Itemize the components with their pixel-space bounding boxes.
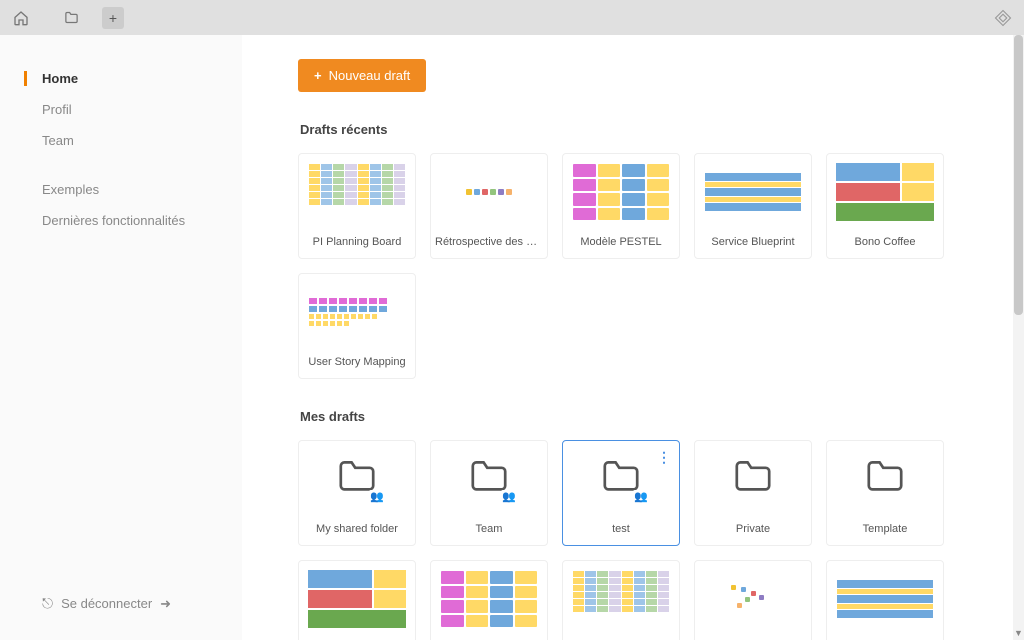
sidebar-item-news[interactable]: Dernières fonctionnalités xyxy=(0,205,242,236)
home-icon[interactable] xyxy=(6,3,36,33)
draft-title: Service Blueprint xyxy=(695,230,811,248)
folder-title: Team xyxy=(431,517,547,535)
logout-icon: ⎋ xyxy=(42,595,53,612)
draft-thumbnail xyxy=(701,160,805,224)
draft-thumbnail xyxy=(437,567,541,631)
new-draft-button[interactable]: + Nouveau draft xyxy=(298,59,426,92)
draft-card[interactable]: User Story Mapping xyxy=(298,273,416,379)
logout-button[interactable]: ⎋ Se déconnecter ➜ xyxy=(0,581,242,640)
logout-label: Se déconnecter xyxy=(61,596,152,611)
draft-thumbnail xyxy=(569,567,673,631)
shared-badge-icon: 👥 xyxy=(369,490,385,503)
draft-thumbnail xyxy=(305,160,409,224)
folder-thumbnail xyxy=(701,447,805,511)
draft-card[interactable]: Bono Coffee xyxy=(298,560,416,640)
arrow-right-icon: ➜ xyxy=(160,596,171,612)
sidebar-item-team[interactable]: Team xyxy=(0,125,242,156)
folder-title: Private xyxy=(695,517,811,535)
folder-icon: 👥 xyxy=(335,457,379,501)
app-logo-icon[interactable] xyxy=(988,3,1018,33)
sidebar: Home Profil Team Exemples Dernières fonc… xyxy=(0,35,242,640)
folder-icon xyxy=(731,457,775,501)
folder-tab-icon[interactable] xyxy=(56,3,86,33)
draft-card[interactable]: Service Blueprint xyxy=(826,560,944,640)
draft-thumbnail xyxy=(569,160,673,224)
draft-card[interactable]: Modèle PESTEL xyxy=(562,153,680,259)
scrollbar-track[interactable]: ▼ xyxy=(1013,35,1024,640)
new-draft-label: Nouveau draft xyxy=(329,68,411,83)
draft-thumbnail xyxy=(437,160,541,224)
draft-card[interactable]: Modèle PESTEL xyxy=(430,560,548,640)
draft-title: Rétrospective des 3 ... xyxy=(431,230,547,248)
scrollbar-thumb[interactable] xyxy=(1014,35,1023,315)
more-menu-icon[interactable]: ⋮ xyxy=(657,449,671,466)
folder-card[interactable]: Private xyxy=(694,440,812,546)
draft-card[interactable]: Rétrospective des 3 ... xyxy=(430,153,548,259)
mine-cards: 👥 My shared folder 👥 Team ⋮ 👥 test Private Templ… xyxy=(298,440,992,640)
sidebar-item-profil[interactable]: Profil xyxy=(0,94,242,125)
sidebar-item-exemples[interactable]: Exemples xyxy=(0,174,242,205)
folder-title: My shared folder xyxy=(299,517,415,535)
draft-card[interactable]: Bono Coffee xyxy=(826,153,944,259)
recent-cards: PI Planning Board Rétrospective des 3 ...… xyxy=(298,153,992,379)
draft-card[interactable]: Rétrospective des 3 ... xyxy=(694,560,812,640)
draft-title: Bono Coffee xyxy=(827,230,943,248)
new-tab-button[interactable]: + xyxy=(102,7,124,29)
draft-thumbnail xyxy=(833,567,937,631)
draft-thumbnail xyxy=(833,160,937,224)
shared-badge-icon: 👥 xyxy=(501,490,517,503)
folder-card[interactable]: Template xyxy=(826,440,944,546)
draft-title: PI Planning Board xyxy=(299,230,415,248)
draft-card[interactable]: PI Planning Board xyxy=(562,560,680,640)
folder-title: Template xyxy=(827,517,943,535)
folder-card[interactable]: 👥 Team xyxy=(430,440,548,546)
draft-card[interactable]: PI Planning Board xyxy=(298,153,416,259)
shared-badge-icon: 👥 xyxy=(633,490,649,503)
draft-thumbnail xyxy=(305,280,409,344)
folder-thumbnail: 👥 xyxy=(305,447,409,511)
draft-title: Modèle PESTEL xyxy=(563,230,679,248)
plus-icon: + xyxy=(314,68,322,83)
topbar: + xyxy=(0,0,1024,35)
draft-thumbnail xyxy=(305,567,409,631)
draft-card[interactable]: Service Blueprint xyxy=(694,153,812,259)
folder-icon: 👥 xyxy=(599,457,643,501)
draft-title: User Story Mapping xyxy=(299,350,415,368)
section-title-mine: Mes drafts xyxy=(300,409,992,424)
folder-card[interactable]: 👥 My shared folder xyxy=(298,440,416,546)
folder-card[interactable]: ⋮ 👥 test xyxy=(562,440,680,546)
folder-title: test xyxy=(563,517,679,535)
sidebar-item-home[interactable]: Home xyxy=(0,63,242,94)
section-title-recent: Drafts récents xyxy=(300,122,992,137)
main-content: + Nouveau draft Drafts récents PI Planni… xyxy=(242,35,1024,640)
folder-thumbnail: 👥 xyxy=(437,447,541,511)
folder-icon: 👥 xyxy=(467,457,511,501)
folder-icon xyxy=(863,457,907,501)
folder-thumbnail xyxy=(833,447,937,511)
draft-thumbnail xyxy=(701,567,805,631)
scroll-down-arrow[interactable]: ▼ xyxy=(1013,628,1024,638)
